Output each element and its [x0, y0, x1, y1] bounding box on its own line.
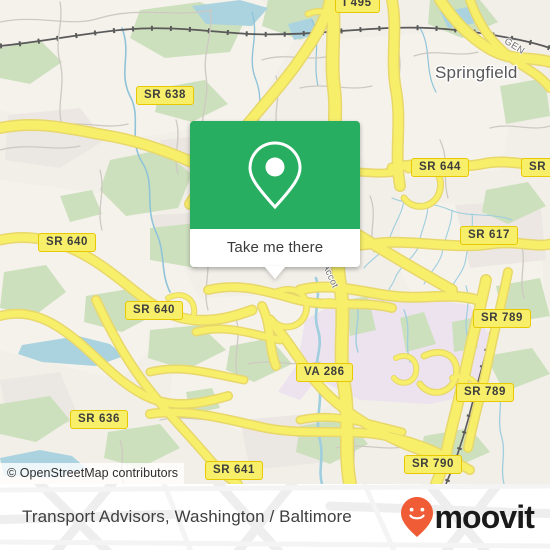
callout-tail: [264, 266, 286, 279]
road-shield[interactable]: SR 789: [473, 309, 531, 328]
road-shield[interactable]: I 495: [335, 0, 380, 13]
moovit-map-screenshot: Springfield Accot GEN SR 638 I 495 SR 64…: [0, 0, 550, 550]
road-shield[interactable]: SR 617: [460, 226, 518, 245]
moovit-wordmark: moovit: [434, 499, 535, 535]
road-shield[interactable]: VA 286: [296, 363, 353, 382]
footer-bar: Transport Advisors, Washington / Baltimo…: [0, 484, 550, 550]
moovit-smiley-pin-icon: [400, 497, 433, 537]
destination-callout-card[interactable]: Take me there: [190, 121, 360, 279]
place-label-springfield: Springfield: [435, 63, 518, 82]
road-shield[interactable]: SR 790: [404, 455, 462, 474]
road-shield[interactable]: SR 640: [125, 301, 183, 320]
page-title: Transport Advisors, Washington / Baltimo…: [22, 507, 352, 526]
openstreetmap-attribution[interactable]: © OpenStreetMap contributors: [0, 463, 185, 484]
map-canvas[interactable]: Springfield Accot GEN SR 638 I 495 SR 64…: [0, 0, 550, 484]
road-shield[interactable]: SR 636: [70, 410, 128, 429]
location-pin-icon: [248, 141, 302, 210]
road-shield[interactable]: SR 644: [411, 158, 469, 177]
callout-action-area[interactable]: Take me there: [190, 229, 360, 279]
take-me-there-label: Take me there: [226, 239, 324, 256]
road-shield[interactable]: SR 638: [136, 86, 194, 105]
road-shield[interactable]: SR 789: [456, 383, 514, 402]
road-shield[interactable]: SR 641: [205, 461, 263, 480]
road-shield[interactable]: SR 64: [521, 158, 550, 177]
moovit-logo[interactable]: moovit: [400, 484, 535, 550]
callout-pin-area: [190, 121, 360, 229]
road-shield[interactable]: SR 640: [38, 233, 96, 252]
